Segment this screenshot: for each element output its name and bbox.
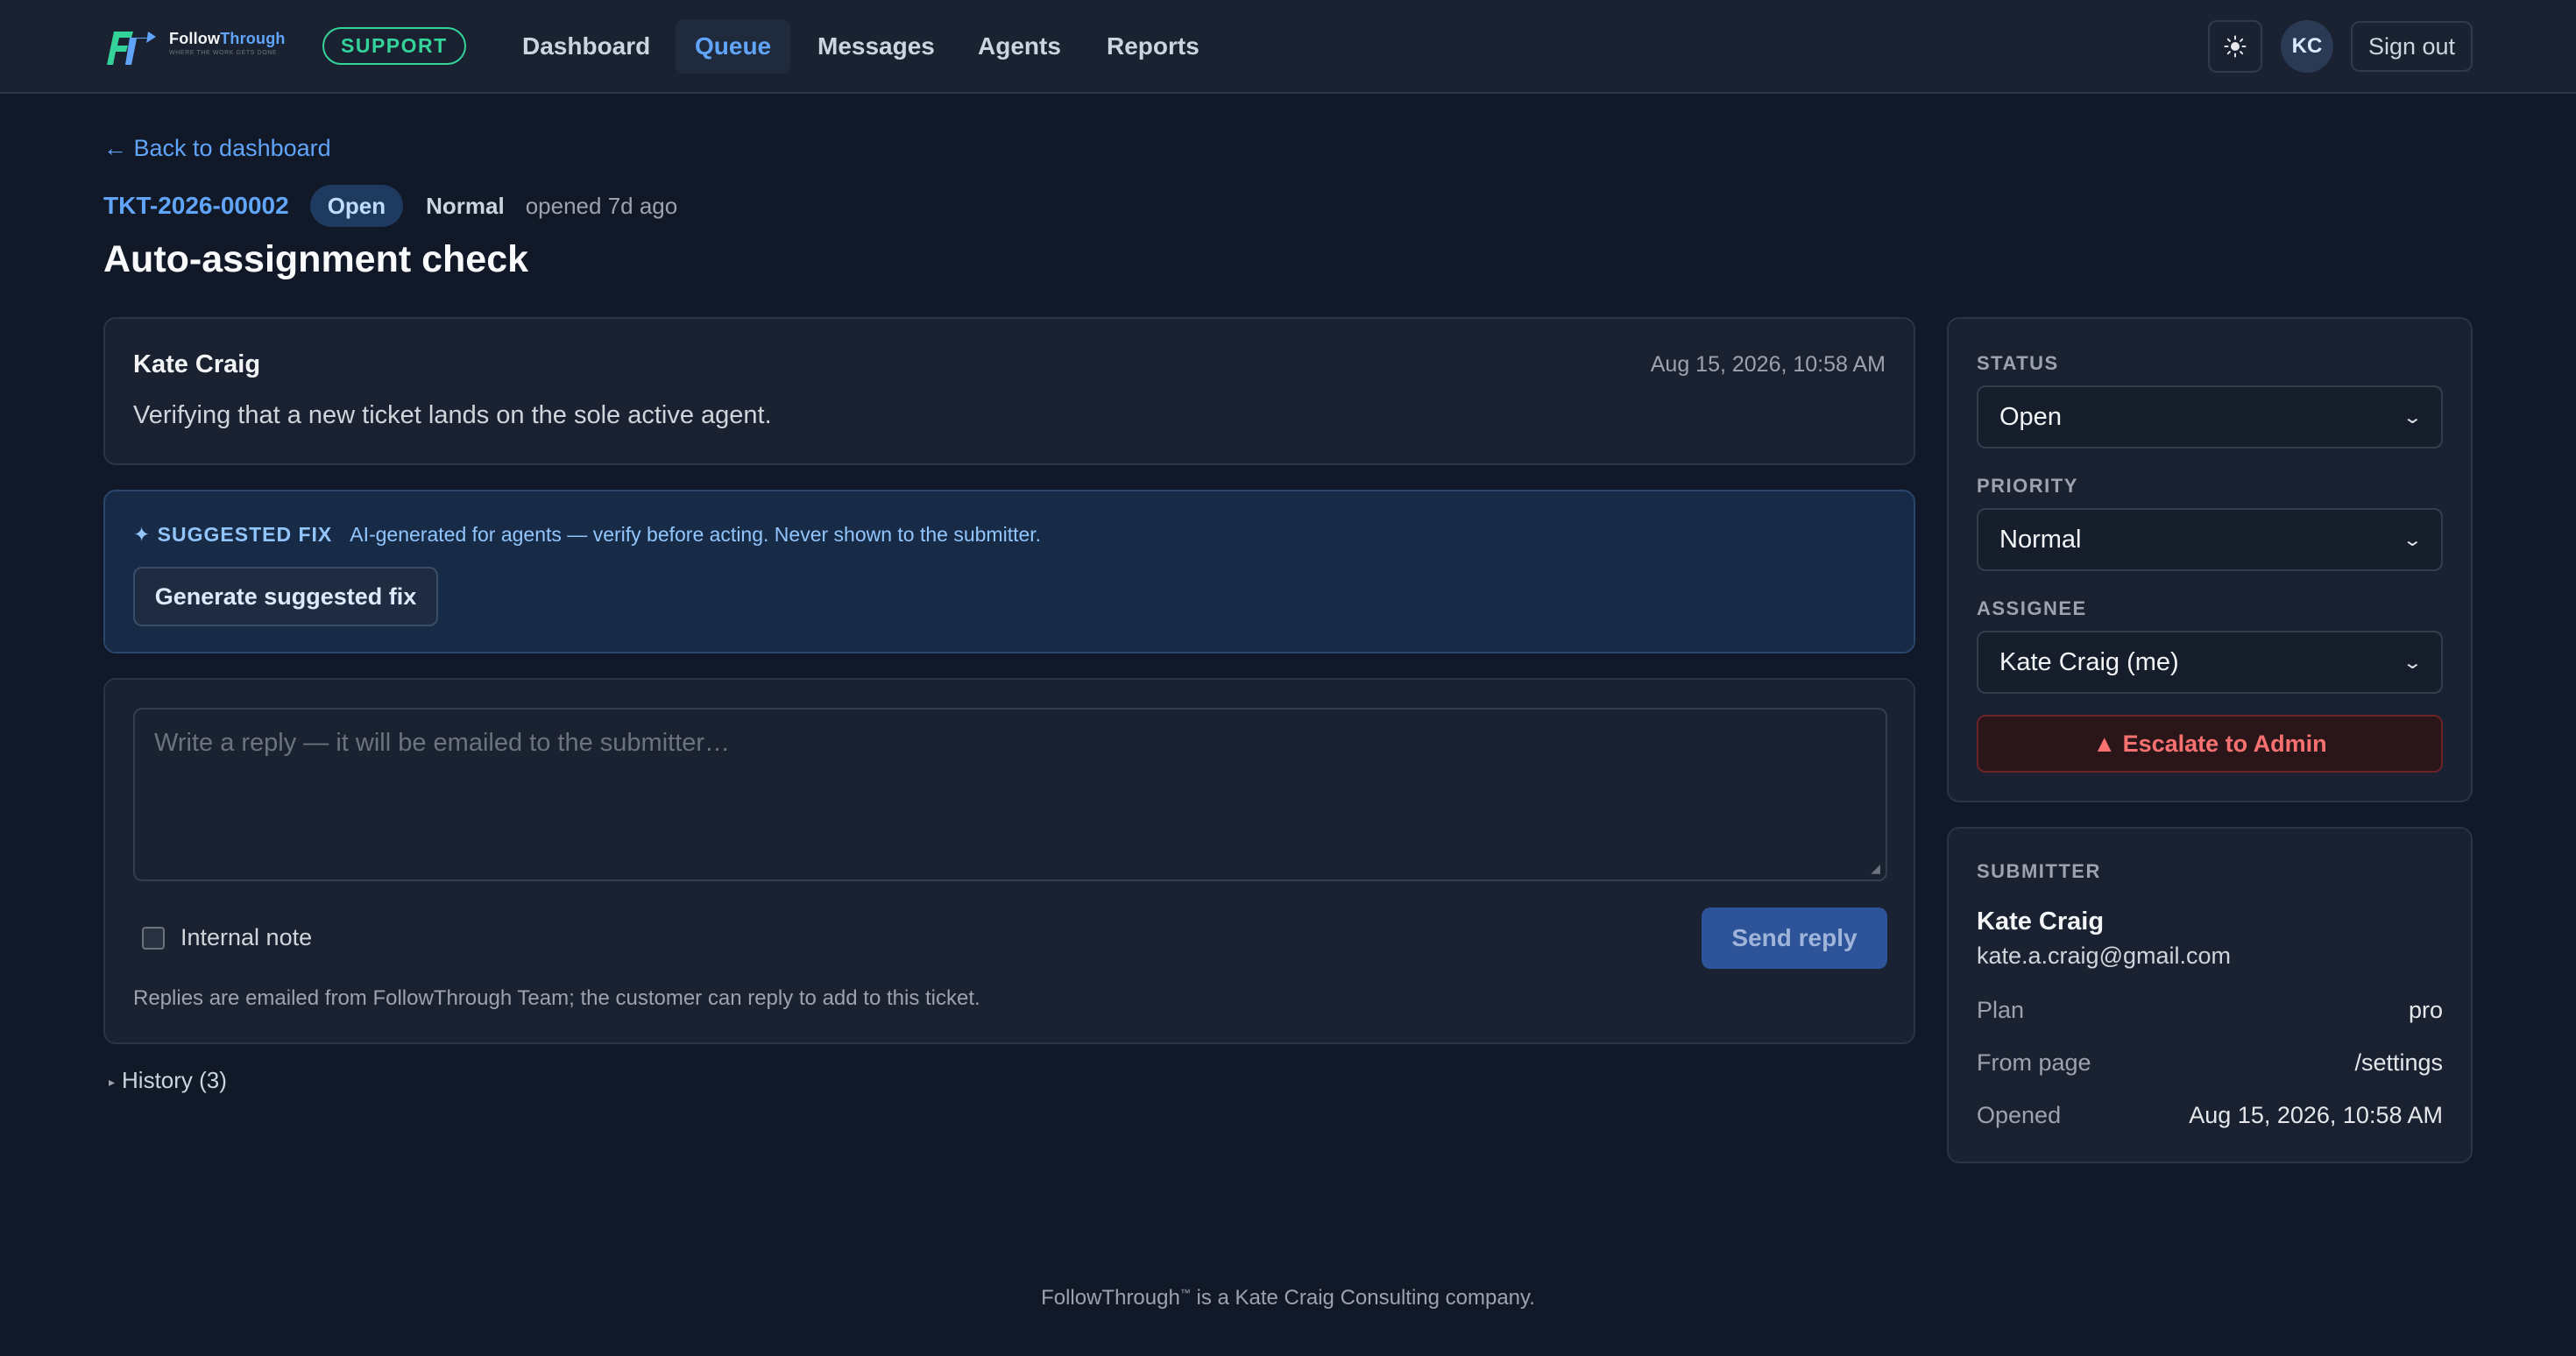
assignee-field-label: ASSIGNEE — [1977, 597, 2087, 619]
message-card: Kate Craig Aug 15, 2026, 10:58 AM Verify… — [103, 317, 1915, 465]
ticket-id: TKT-2026-00002 — [103, 192, 289, 219]
priority-label: Normal — [426, 192, 505, 219]
message-author: Kate Craig — [133, 350, 261, 378]
top-navigation-bar: FollowThrough WHERE THE WORK GETS DONE S… — [0, 0, 2576, 94]
status-select-value: Open — [1999, 402, 2062, 431]
history-toggle[interactable]: ▸ History (3) — [109, 1067, 227, 1094]
user-avatar[interactable]: KC — [2281, 20, 2333, 73]
assignee-select[interactable]: Kate Craig (me) ⌄ — [1977, 631, 2443, 694]
suggested-fix-label: ✦ SUGGESTED FIX — [133, 523, 333, 546]
brand-name-part1: Follow — [169, 30, 221, 47]
plan-key: Plan — [1977, 997, 2025, 1023]
disclosure-triangle-icon: ▸ — [109, 1074, 116, 1089]
submitter-name: Kate Craig — [1977, 908, 2105, 936]
nav-messages[interactable]: Messages — [798, 19, 954, 74]
priority-field-label: PRIORITY — [1977, 475, 2078, 497]
message-body: Verifying that a new ticket lands on the… — [133, 401, 772, 429]
internal-note-label[interactable]: Internal note — [180, 924, 312, 951]
brand-wordmark: FollowThrough WHERE THE WORK GETS DONE — [169, 30, 286, 56]
message-timestamp: Aug 15, 2026, 10:58 AM — [1650, 352, 1886, 377]
ticket-properties-panel: STATUS Open ⌄ PRIORITY Normal ⌄ ASSIGNEE… — [1947, 317, 2473, 802]
generate-suggested-fix-button[interactable]: Generate suggested fix — [133, 567, 438, 626]
plan-value: pro — [2408, 997, 2443, 1023]
nav-queue[interactable]: Queue — [676, 19, 791, 74]
status-field-label: STATUS — [1977, 352, 2059, 374]
priority-select[interactable]: Normal ⌄ — [1977, 508, 2443, 571]
footer-brand: FollowThrough — [1041, 1286, 1180, 1310]
from-page-value: /settings — [2354, 1049, 2443, 1076]
opened-key: Opened — [1977, 1102, 2062, 1128]
reply-hint: Replies are emailed from FollowThrough T… — [133, 986, 980, 1010]
suggested-fix-panel: ✦ SUGGESTED FIX AI-generated for agents … — [103, 490, 1915, 653]
brand-tagline: WHERE THE WORK GETS DONE — [169, 50, 278, 56]
opened-value: Aug 15, 2026, 10:58 AM — [2189, 1102, 2443, 1128]
theme-toggle-button[interactable] — [2208, 20, 2262, 73]
assignee-select-value: Kate Craig (me) — [1999, 647, 2179, 676]
status-badge: Open — [309, 185, 404, 227]
trademark-symbol: ™ — [1179, 1287, 1191, 1299]
footer: FollowThrough™ is a Kate Craig Consultin… — [0, 1286, 2576, 1310]
chevron-down-icon: ⌄ — [2402, 407, 2424, 427]
page-title: Auto-assignment check — [103, 238, 529, 280]
opened-age: opened 7d ago — [525, 192, 678, 219]
resize-grip-icon[interactable]: ◢ — [1871, 861, 1880, 876]
submitter-opened-row: Opened Aug 15, 2026, 10:58 AM — [1977, 1102, 2443, 1129]
from-page-key: From page — [1977, 1049, 2091, 1076]
chevron-down-icon: ⌄ — [2402, 530, 2424, 550]
nav-reports[interactable]: Reports — [1087, 19, 1219, 74]
submitter-email: kate.a.craig@gmail.com — [1977, 943, 2232, 969]
escalate-to-admin-button[interactable]: ▲ Escalate to Admin — [1977, 715, 2443, 773]
reply-card: Write a reply — it will be emailed to th… — [103, 678, 1915, 1044]
submitter-plan-row: Plan pro — [1977, 997, 2443, 1024]
priority-select-value: Normal — [1999, 525, 2082, 554]
history-label: History (3) — [122, 1067, 227, 1093]
back-to-dashboard-link[interactable]: ← Back to dashboard — [103, 135, 331, 162]
sun-icon — [2224, 35, 2247, 58]
chevron-down-icon: ⌄ — [2402, 653, 2424, 673]
submitter-panel: SUBMITTER Kate Craig kate.a.craig@gmail.… — [1947, 827, 2473, 1163]
ticket-meta-row: TKT-2026-00002 Open Normal opened 7d ago — [103, 184, 677, 228]
submitter-label: SUBMITTER — [1977, 860, 2101, 882]
reply-textarea[interactable]: Write a reply — it will be emailed to th… — [133, 708, 1887, 881]
followthrough-logo-icon[interactable] — [103, 25, 158, 68]
nav-dashboard[interactable]: Dashboard — [503, 19, 669, 74]
suggested-fix-note: AI-generated for agents — verify before … — [350, 523, 1042, 546]
suggested-fix-header: ✦ SUGGESTED FIX AI-generated for agents … — [133, 523, 1041, 547]
nav-agents[interactable]: Agents — [959, 19, 1080, 74]
send-reply-button[interactable]: Send reply — [1702, 908, 1887, 969]
brand-name-part2: Through — [220, 30, 286, 47]
submitter-from-page-row: From page /settings — [1977, 1049, 2443, 1077]
internal-note-checkbox[interactable] — [142, 927, 165, 950]
footer-text: is a Kate Craig Consulting company. — [1190, 1286, 1535, 1310]
status-select[interactable]: Open ⌄ — [1977, 385, 2443, 448]
support-badge: SUPPORT — [322, 27, 466, 65]
sign-out-button[interactable]: Sign out — [2351, 21, 2473, 72]
